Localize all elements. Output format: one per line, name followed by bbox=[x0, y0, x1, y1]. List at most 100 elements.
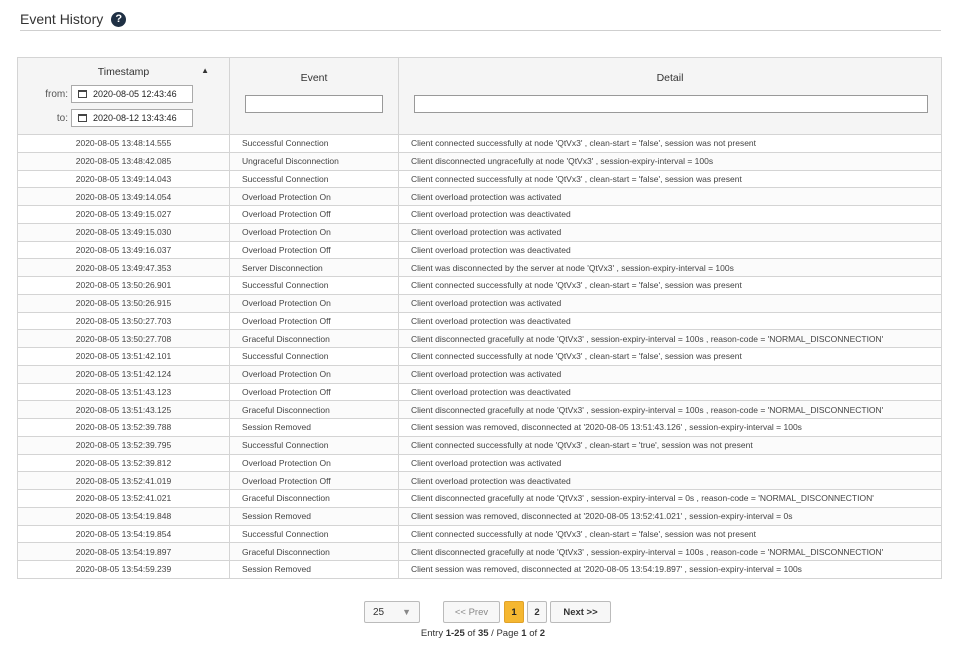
question-circle-icon[interactable]: ? bbox=[111, 11, 127, 27]
table-row: 2020-08-05 13:52:39.788 Session Removed Cl… bbox=[17, 418, 942, 437]
entry-info: Entry 1-25 of 35 / Page 1 of 2 bbox=[0, 628, 966, 639]
detail-cell: Client overload protection was deactivat… bbox=[398, 382, 942, 402]
table-row: 2020-08-05 13:48:14.555 Successful Connec… bbox=[17, 134, 942, 153]
event-rows: 2020-08-05 13:48:14.555 Successful Connec… bbox=[17, 134, 942, 579]
event-header-label: Event bbox=[300, 72, 328, 84]
timestamp-cell: 2020-08-05 13:49:47.353 bbox=[17, 258, 230, 277]
timestamp-cell: 2020-08-05 13:50:27.708 bbox=[17, 329, 230, 348]
event-cell: Overload Protection Off bbox=[229, 382, 399, 402]
detail-cell: Client disconnected ungracefully at node… bbox=[398, 151, 942, 171]
table-row: 2020-08-05 13:51:43.125 Graceful Disconne… bbox=[17, 400, 942, 419]
pagination: 25 ▼ << Prev 1 2 Next >> bbox=[0, 601, 966, 623]
timestamp-cell: 2020-08-05 13:49:16.037 bbox=[17, 240, 230, 260]
entry-page-total: 2 bbox=[539, 628, 546, 639]
timestamp-column-header[interactable]: Timestamp ▲ from: 2020-08-05 12:43:46 to… bbox=[17, 57, 230, 135]
prev-page-button[interactable]: << Prev bbox=[443, 601, 500, 623]
event-cell: Overload Protection Off bbox=[229, 240, 399, 260]
entry-prefix: Entry bbox=[420, 628, 446, 639]
event-cell: Overload Protection On bbox=[229, 364, 399, 384]
table-row: 2020-08-05 13:52:41.021 Graceful Disconne… bbox=[17, 489, 942, 508]
table-row: 2020-08-05 13:54:59.239 Session Removed Cl… bbox=[17, 560, 942, 579]
entry-page-of: of bbox=[526, 628, 540, 639]
event-cell: Overload Protection Off bbox=[229, 471, 399, 490]
detail-cell: Client overload protection was activated bbox=[398, 187, 942, 206]
detail-cell: Client connected successfully at node 'Q… bbox=[398, 435, 942, 455]
detail-cell: Client session was removed, disconnected… bbox=[398, 506, 942, 526]
entry-total: 35 bbox=[477, 628, 489, 639]
detail-cell: Client overload protection was deactivat… bbox=[398, 311, 942, 331]
detail-cell: Client overload protection was deactivat… bbox=[398, 240, 942, 260]
detail-column-header: Detail bbox=[398, 57, 942, 135]
detail-cell: Client connected successfully at node 'Q… bbox=[398, 134, 942, 153]
event-history-table: Timestamp ▲ from: 2020-08-05 12:43:46 to… bbox=[17, 57, 942, 579]
detail-cell: Client connected successfully at node 'Q… bbox=[398, 169, 942, 189]
timestamp-cell: 2020-08-05 13:52:39.795 bbox=[17, 435, 230, 455]
table-row: 2020-08-05 13:54:19.848 Session Removed Cl… bbox=[17, 506, 942, 526]
from-date-value: 2020-08-05 12:43:46 bbox=[93, 89, 177, 99]
page-2-button[interactable]: 2 bbox=[527, 601, 547, 623]
timestamp-cell: 2020-08-05 13:54:59.239 bbox=[17, 560, 230, 579]
detail-cell: Client overload protection was deactivat… bbox=[398, 471, 942, 490]
event-cell: Successful Connection bbox=[229, 435, 399, 455]
event-cell: Session Removed bbox=[229, 560, 399, 579]
detail-cell: Client disconnected gracefully at node '… bbox=[398, 542, 942, 561]
chevron-down-icon: ▼ bbox=[402, 607, 411, 617]
page-header: Event History ? bbox=[20, 8, 941, 31]
timestamp-cell: 2020-08-05 13:54:19.848 bbox=[17, 506, 230, 526]
table-row: 2020-08-05 13:50:27.708 Graceful Disconne… bbox=[17, 329, 942, 348]
timestamp-cell: 2020-08-05 13:49:14.043 bbox=[17, 169, 230, 189]
entry-page-label: / Page bbox=[488, 628, 522, 639]
calendar-icon bbox=[78, 114, 87, 122]
table-row: 2020-08-05 13:52:39.795 Successful Connec… bbox=[17, 435, 942, 455]
to-date-value: 2020-08-12 13:43:46 bbox=[93, 113, 177, 123]
table-row: 2020-08-05 13:49:47.353 Server Disconnect… bbox=[17, 258, 942, 277]
timestamp-header-label[interactable]: Timestamp bbox=[18, 66, 229, 78]
event-cell: Successful Connection bbox=[229, 134, 399, 153]
to-date-input[interactable]: 2020-08-12 13:43:46 bbox=[71, 109, 193, 127]
table-row: 2020-08-05 13:51:42.101 Successful Connec… bbox=[17, 347, 942, 366]
table-row: 2020-08-05 13:49:15.030 Overload Protecti… bbox=[17, 222, 942, 242]
detail-cell: Client overload protection was activated bbox=[398, 364, 942, 384]
timestamp-cell: 2020-08-05 13:51:42.124 bbox=[17, 364, 230, 384]
detail-cell: Client overload protection was deactivat… bbox=[398, 205, 942, 224]
timestamp-cell: 2020-08-05 13:51:43.125 bbox=[17, 400, 230, 419]
calendar-icon bbox=[78, 90, 87, 98]
to-label: to: bbox=[56, 112, 68, 124]
per-page-select[interactable]: 25 ▼ bbox=[364, 601, 420, 623]
event-cell: Successful Connection bbox=[229, 169, 399, 189]
from-date-input[interactable]: 2020-08-05 12:43:46 bbox=[71, 85, 193, 103]
entry-range: 1-25 bbox=[445, 628, 465, 639]
timestamp-cell: 2020-08-05 13:52:39.788 bbox=[17, 418, 230, 437]
timestamp-cell: 2020-08-05 13:54:19.854 bbox=[17, 524, 230, 544]
table-row: 2020-08-05 13:49:14.054 Overload Protecti… bbox=[17, 187, 942, 206]
table-row: 2020-08-05 13:49:16.037 Overload Protecti… bbox=[17, 240, 942, 260]
timestamp-cell: 2020-08-05 13:52:39.812 bbox=[17, 453, 230, 473]
table-row: 2020-08-05 13:54:19.897 Graceful Disconne… bbox=[17, 542, 942, 561]
table-row: 2020-08-05 13:49:14.043 Successful Connec… bbox=[17, 169, 942, 189]
event-cell: Session Removed bbox=[229, 418, 399, 437]
event-cell: Overload Protection On bbox=[229, 293, 399, 313]
sort-ascending-icon[interactable]: ▲ bbox=[201, 66, 209, 75]
detail-filter-input[interactable] bbox=[414, 95, 928, 113]
event-cell: Server Disconnection bbox=[229, 258, 399, 277]
timestamp-cell: 2020-08-05 13:49:15.030 bbox=[17, 222, 230, 242]
timestamp-cell: 2020-08-05 13:51:42.101 bbox=[17, 347, 230, 366]
event-cell: Ungraceful Disconnection bbox=[229, 151, 399, 171]
next-page-button[interactable]: Next >> bbox=[550, 601, 611, 623]
table-row: 2020-08-05 13:54:19.854 Successful Connec… bbox=[17, 524, 942, 544]
detail-cell: Client disconnected gracefully at node '… bbox=[398, 400, 942, 419]
detail-cell: Client connected successfully at node 'Q… bbox=[398, 347, 942, 366]
event-filter-input[interactable] bbox=[245, 95, 383, 113]
event-cell: Overload Protection On bbox=[229, 453, 399, 473]
detail-cell: Client overload protection was activated bbox=[398, 453, 942, 473]
timestamp-cell: 2020-08-05 13:48:14.555 bbox=[17, 134, 230, 153]
table-row: 2020-08-05 13:51:43.123 Overload Protecti… bbox=[17, 382, 942, 402]
table-row: 2020-08-05 13:50:26.901 Successful Connec… bbox=[17, 276, 942, 295]
entry-of: of bbox=[464, 628, 478, 639]
event-cell: Successful Connection bbox=[229, 347, 399, 366]
page-1-button[interactable]: 1 bbox=[504, 601, 524, 623]
timestamp-cell: 2020-08-05 13:51:43.123 bbox=[17, 382, 230, 402]
detail-cell: Client connected successfully at node 'Q… bbox=[398, 276, 942, 295]
event-cell: Graceful Disconnection bbox=[229, 489, 399, 508]
event-cell: Graceful Disconnection bbox=[229, 400, 399, 419]
